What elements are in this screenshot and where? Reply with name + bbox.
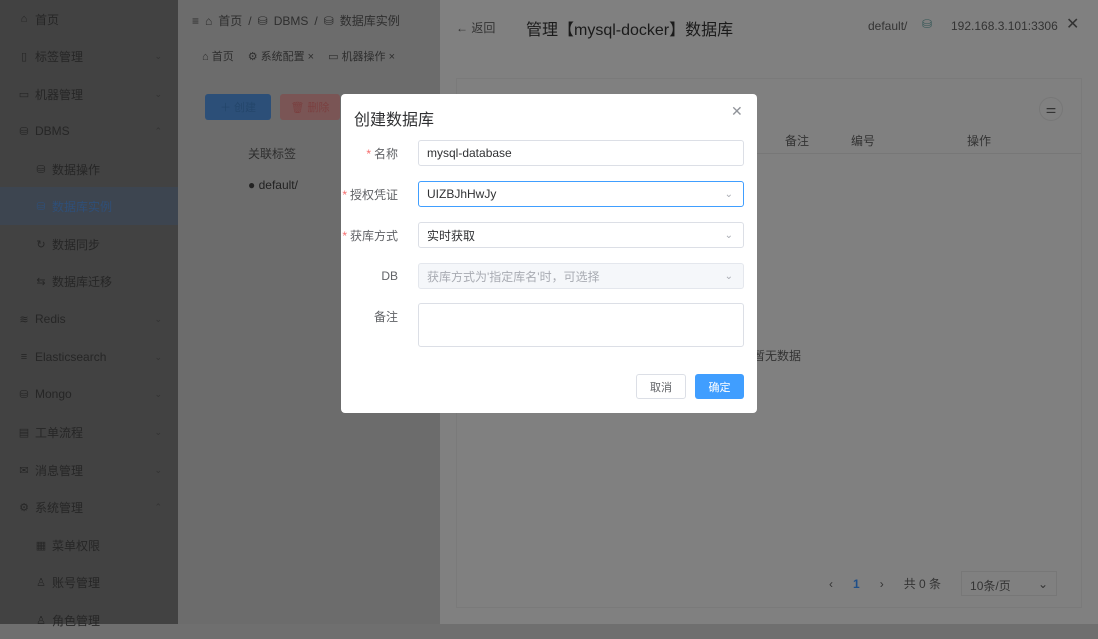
remark-textarea[interactable] [418,303,744,347]
total-count: 共 0 条 [903,577,942,591]
host-address: 192.168.3.101:3306 [951,19,1058,33]
chevron-down-icon: ⌄ [724,188,733,200]
database-icon: ⛁ [323,13,334,28]
mysql-icon: ⛁ [922,17,933,31]
database-icon: ⛁ [19,388,29,401]
fetch-mode-select[interactable]: 实时获取 ⌄ [418,222,744,248]
sidebar-item-elasticsearch[interactable]: ≡ Elasticsearch ⌄ [0,338,178,376]
database-icon: ⛁ [257,13,268,28]
chevron-up-icon: ⌃ [154,501,162,512]
close-icon[interactable]: ✕ [731,103,743,120]
chevron-down-icon: ⌄ [154,313,162,324]
next-page-icon[interactable]: › [880,577,884,591]
chevron-down-icon: ⌄ [154,388,162,399]
database-icon: ⛁ [19,125,29,138]
back-button[interactable]: ← 返回 [456,19,495,36]
create-button[interactable]: ＋ 创建 [205,94,271,120]
credential-select[interactable]: UIZBJhHwJy ⌄ [418,181,744,207]
sidebar-item-machines[interactable]: ▭ 机器管理 ⌄ [0,75,178,113]
chevron-up-icon: ⌃ [154,125,162,136]
tab-system-config[interactable]: ⚙ 系统配置 × [248,48,314,64]
sidebar-item-roles[interactable]: ♙ 角色管理 [0,601,178,639]
grid-icon: ▦ [35,539,47,552]
tab-machine-ops[interactable]: ▭ 机器操作 × [328,48,395,64]
chevron-down-icon: ⌄ [154,88,162,99]
pagination: ‹ 1 › 共 0 条 10条/页 ⌄ [829,571,1058,596]
column-header-tag: 关联标签 [248,147,297,161]
name-input[interactable]: mysql-database [418,140,744,166]
sidebar-item-accounts[interactable]: ♙ 账号管理 [0,563,178,601]
db-select[interactable]: 获库方式为'指定库名'时，可选择 ⌄ [418,263,744,289]
home-icon: ⌂ [20,13,28,25]
home-icon: ⌂ [205,13,213,28]
breadcrumb-current: 数据库实例 [339,14,400,28]
db-field-row: DB 获库方式为'指定库名'时，可选择 ⌄ [341,263,757,289]
user-icon: ♙ [36,576,46,589]
page-number[interactable]: 1 [853,577,860,591]
database-icon: ⛁ [36,163,46,176]
chevron-down-icon: ⌄ [154,50,162,61]
sidebar-item-dbms[interactable]: ⛁ DBMS ⌃ [0,112,178,150]
sidebar-item-menu-perms[interactable]: ▦ 菜单权限 [0,526,178,564]
menu-toggle-icon[interactable]: ≡ [192,14,199,28]
sidebar-item-data-ops[interactable]: ⛁ 数据操作 [0,150,178,188]
users-icon: ♙ [36,614,46,627]
sidebar-item-data-sync[interactable]: ↻ 数据同步 [0,225,178,263]
monitor-icon: ▭ [18,88,30,101]
drawer-title: 管理【mysql-docker】数据库 [526,22,734,39]
tag-icon: ▯ [20,50,28,63]
tag-path: default/ [868,19,908,33]
gear-icon: ⚙ [19,501,29,514]
tab-home[interactable]: ⌂ 首页 [202,48,234,64]
page-size-select[interactable]: 10条/页 ⌄ [961,571,1058,596]
chevron-down-icon: ⌄ [154,351,162,362]
sidebar-item-redis[interactable]: ≋ Redis ⌄ [0,300,178,338]
mail-icon: ✉ [19,464,29,477]
column-remark: 备注 [785,134,810,148]
sidebar-item-system[interactable]: ⚙ 系统管理 ⌃ [0,488,178,526]
sidebar: ⌂ 首页 ▯ 标签管理 ⌄ ▭ 机器管理 ⌄ ⛁ DBMS ⌃ ⛁ 数据操作 ⛁ 数据库实例 ↻ 数… [0,0,178,628]
sidebar-item-tags[interactable]: ▯ 标签管理 ⌄ [0,37,178,75]
dialog-title: 创建数据库 [354,112,435,129]
chevron-down-icon: ⌄ [154,426,162,437]
breadcrumb-home[interactable]: 首页 [218,12,242,29]
cancel-button[interactable]: 取消 [636,374,686,399]
redis-icon: ≋ [19,313,29,326]
chevron-down-icon: ⌄ [1037,577,1049,591]
sidebar-item-messages[interactable]: ✉ 消息管理 ⌄ [0,451,178,489]
database-icon: ⛁ [36,200,46,213]
close-icon[interactable]: ✕ [1066,14,1079,34]
transfer-icon: ⇆ [36,275,46,288]
column-settings-icon[interactable]: ⚌ [1039,97,1063,121]
sidebar-item-workflow[interactable]: ▤ 工单流程 ⌄ [0,413,178,451]
chevron-down-icon: ⌄ [154,464,162,475]
tag-cell: ● default/ [248,178,298,192]
credential-field-row: * 授权凭证 UIZBJhHwJy ⌄ [341,181,757,207]
name-field-row: * 名称 mysql-database [341,140,757,166]
sidebar-item-db-instances[interactable]: ⛁ 数据库实例 [0,187,178,225]
chevron-down-icon: ⌄ [724,270,733,282]
delete-button[interactable]: 🗑 删除 [280,94,340,120]
breadcrumb-dbms[interactable]: DBMS [274,14,309,28]
remark-field-row: 备注 [341,303,757,347]
column-number: 编号 [851,134,876,148]
prev-page-icon[interactable]: ‹ [829,577,833,591]
ticket-icon: ▤ [18,426,30,439]
confirm-button[interactable]: 确定 [695,374,744,399]
sidebar-item-home[interactable]: ⌂ 首页 [0,0,178,38]
create-database-dialog: 创建数据库 ✕ * 名称 mysql-database * 授权凭证 UIZBJhH… [341,94,757,413]
breadcrumb: ≡ ⌂ 首页 / ⛁ DBMS / ⛁ 数据库实例 [192,12,400,29]
empty-text: 暂无数据 [753,349,802,363]
column-actions: 操作 [967,134,992,148]
sidebar-item-db-migration[interactable]: ⇆ 数据库迁移 [0,262,178,300]
sidebar-item-mongo[interactable]: ⛁ Mongo ⌄ [0,375,178,413]
chevron-down-icon: ⌄ [724,229,733,241]
tab-bar: ⌂ 首页 ⚙ 系统配置 × ▭ 机器操作 × [202,48,395,64]
elasticsearch-icon: ≡ [20,351,28,363]
fetch-mode-field-row: * 获库方式 实时获取 ⌄ [341,222,757,248]
refresh-icon: ↻ [36,238,46,251]
